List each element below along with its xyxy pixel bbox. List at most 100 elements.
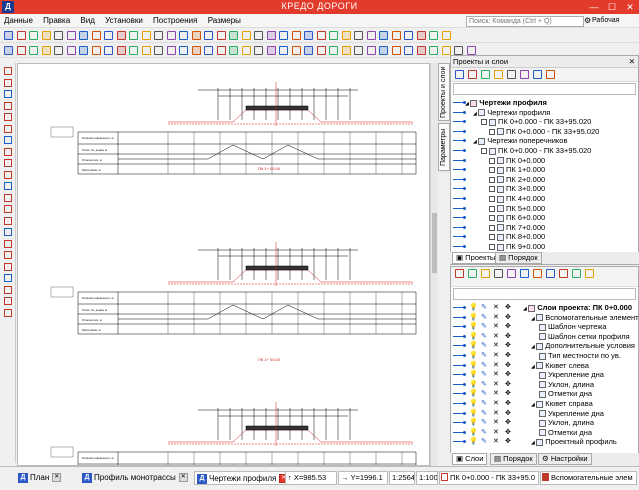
toolbar-tool-icon[interactable] xyxy=(466,46,476,55)
left-tool-icon[interactable] xyxy=(4,136,12,144)
tree-item[interactable]: Шаблон сетки профиля xyxy=(539,332,630,341)
bulb-icon[interactable]: 💡 xyxy=(469,409,478,418)
lock-icon[interactable]: ✕ xyxy=(493,380,499,389)
tab-parameters[interactable]: Параметры xyxy=(438,123,450,171)
toolbar-tool-icon[interactable] xyxy=(54,46,63,55)
panel-tool-icon[interactable] xyxy=(546,269,555,278)
toolbar-tool-icon[interactable] xyxy=(41,46,51,55)
tree-item[interactable]: ПК 0+0.000 xyxy=(489,156,545,165)
tree-item[interactable]: Укрепление дна xyxy=(539,409,604,418)
status-scale[interactable]: 1:2564 xyxy=(389,471,415,485)
lock-icon[interactable]: ✕ xyxy=(493,332,499,341)
tree-item[interactable]: ◢ Кювет слева xyxy=(531,361,589,370)
toolbar-tool-icon[interactable] xyxy=(254,46,263,55)
status-layer[interactable]: Вспомогательные элем xyxy=(540,471,637,485)
move-icon[interactable]: ✥ xyxy=(505,428,511,437)
toolbar-tool-icon[interactable] xyxy=(354,46,363,55)
close-button[interactable]: ✕ xyxy=(621,0,639,14)
panel-close-icon[interactable]: ✕ xyxy=(629,56,635,68)
toolbar-tool-icon[interactable] xyxy=(379,46,388,55)
tree-item[interactable]: ПК 2+0.000 xyxy=(489,175,545,184)
toolbar-tool-icon[interactable] xyxy=(279,46,288,55)
tab-projects[interactable]: ▣ Проекты xyxy=(452,252,500,264)
doc-tab-plan[interactable]: Д План ✕ xyxy=(16,471,62,485)
bulb-icon[interactable]: 💡 xyxy=(469,361,478,370)
tree-item[interactable]: Шаблон чертежа xyxy=(539,322,607,331)
panel-tool-icon[interactable] xyxy=(585,269,594,278)
move-icon[interactable]: ✥ xyxy=(505,332,511,341)
tree-item[interactable]: Отметки дна xyxy=(539,389,592,398)
left-tool-icon[interactable] xyxy=(4,216,12,225)
bulb-icon[interactable]: 💡 xyxy=(469,380,478,389)
toolbar-tool-icon[interactable] xyxy=(266,46,276,55)
left-tool-icon[interactable] xyxy=(4,262,12,271)
visibility-checkbox[interactable] xyxy=(489,157,495,164)
lock-icon[interactable]: ✕ xyxy=(493,399,499,408)
lock-icon[interactable]: ✕ xyxy=(493,437,499,446)
tree-item[interactable]: ◢ Проектный профиль xyxy=(531,437,617,446)
visibility-checkbox[interactable] xyxy=(489,128,495,135)
panel-tool-icon[interactable] xyxy=(468,269,477,278)
bulb-icon[interactable]: 💡 xyxy=(469,303,478,312)
toolbar-tool-icon[interactable] xyxy=(229,46,238,55)
visibility-checkbox[interactable] xyxy=(481,148,487,155)
toolbar-tool-icon[interactable] xyxy=(316,46,326,55)
left-tool-icon[interactable] xyxy=(4,159,12,167)
drawing-canvas[interactable]: Отметки поверхности, м Уклон, ‰, длина, м… xyxy=(17,63,430,466)
tree-item[interactable]: ПК 0+0.000 - ПК 33+95.020 xyxy=(481,146,591,155)
tree-item[interactable]: ПК 3+0.000 xyxy=(489,184,545,193)
pencil-icon[interactable]: ✎ xyxy=(481,303,487,312)
toolbar-tool-icon[interactable] xyxy=(441,31,451,40)
panel-tool-icon[interactable] xyxy=(533,269,542,278)
move-icon[interactable]: ✥ xyxy=(505,351,511,360)
tree-item[interactable]: ПК 0+0.000 - ПК 33+95.020 xyxy=(489,127,599,136)
toolbar-tool-icon[interactable] xyxy=(354,31,363,40)
menu-edit[interactable]: Правка xyxy=(39,14,74,28)
panel-tool-icon[interactable] xyxy=(559,269,568,278)
left-tool-icon[interactable] xyxy=(4,124,12,133)
lock-icon[interactable]: ✕ xyxy=(493,313,499,322)
tab-order[interactable]: ▤ Порядок xyxy=(495,252,542,264)
tab-layer-settings[interactable]: ⚙ Настройки xyxy=(538,453,592,465)
move-icon[interactable]: ✥ xyxy=(505,370,511,379)
toolbar-tool-icon[interactable] xyxy=(29,46,38,55)
command-search-input[interactable] xyxy=(466,16,584,27)
tab-layers[interactable]: ▣ Слои xyxy=(452,453,488,465)
menu-constructions[interactable]: Построения xyxy=(149,14,201,28)
toolbar-tool-icon[interactable] xyxy=(154,31,163,40)
tree-item[interactable]: Тип местности по ув. xyxy=(539,351,621,360)
toolbar-tool-icon[interactable] xyxy=(429,46,438,55)
toolbar-tool-icon[interactable] xyxy=(116,46,126,55)
left-tool-icon[interactable] xyxy=(4,90,12,98)
toolbar-tool-icon[interactable] xyxy=(441,46,451,55)
left-tool-icon[interactable] xyxy=(4,285,12,294)
toolbar-tool-icon[interactable] xyxy=(116,31,126,40)
toolbar-tool-icon[interactable] xyxy=(316,31,326,40)
tree-item[interactable]: ПК 8+0.000 xyxy=(489,232,545,241)
toolbar-tool-icon[interactable] xyxy=(4,31,13,40)
move-icon[interactable]: ✥ xyxy=(505,380,511,389)
pencil-icon[interactable]: ✎ xyxy=(481,322,487,331)
tree-item[interactable]: ◢ Слои проекта: ПК 0+0.000 xyxy=(523,303,632,312)
status-range[interactable]: ПК 0+0.000 - ПК 33+95.0 xyxy=(439,471,539,485)
toolbar-tool-icon[interactable] xyxy=(54,31,63,40)
bulb-icon[interactable]: 💡 xyxy=(469,313,478,322)
pencil-icon[interactable]: ✎ xyxy=(481,389,487,398)
tree-item[interactable]: ПК 1+0.000 xyxy=(489,165,545,174)
left-tool-icon[interactable] xyxy=(4,274,12,282)
toolbar-tool-icon[interactable] xyxy=(166,31,176,40)
tab-projects-layers[interactable]: Проекты и слои xyxy=(438,63,450,121)
toolbar-tool-icon[interactable] xyxy=(404,31,413,40)
doc-tab-monotrack-profile[interactable]: Д Профиль монотрассы ✕ xyxy=(80,471,188,485)
tree-item[interactable]: Уклон, длина xyxy=(539,380,594,389)
pencil-icon[interactable]: ✎ xyxy=(481,332,487,341)
toolbar-tool-icon[interactable] xyxy=(366,31,376,40)
pencil-icon[interactable]: ✎ xyxy=(481,437,487,446)
bulb-icon[interactable]: 💡 xyxy=(469,437,478,446)
toolbar-tool-icon[interactable] xyxy=(279,31,288,40)
tree-item[interactable]: ПК 6+0.000 xyxy=(489,213,545,222)
move-icon[interactable]: ✥ xyxy=(505,361,511,370)
panel-tool-icon[interactable] xyxy=(572,269,581,278)
panel-tool-icon[interactable] xyxy=(455,269,464,278)
toolbar-tool-icon[interactable] xyxy=(16,31,26,40)
